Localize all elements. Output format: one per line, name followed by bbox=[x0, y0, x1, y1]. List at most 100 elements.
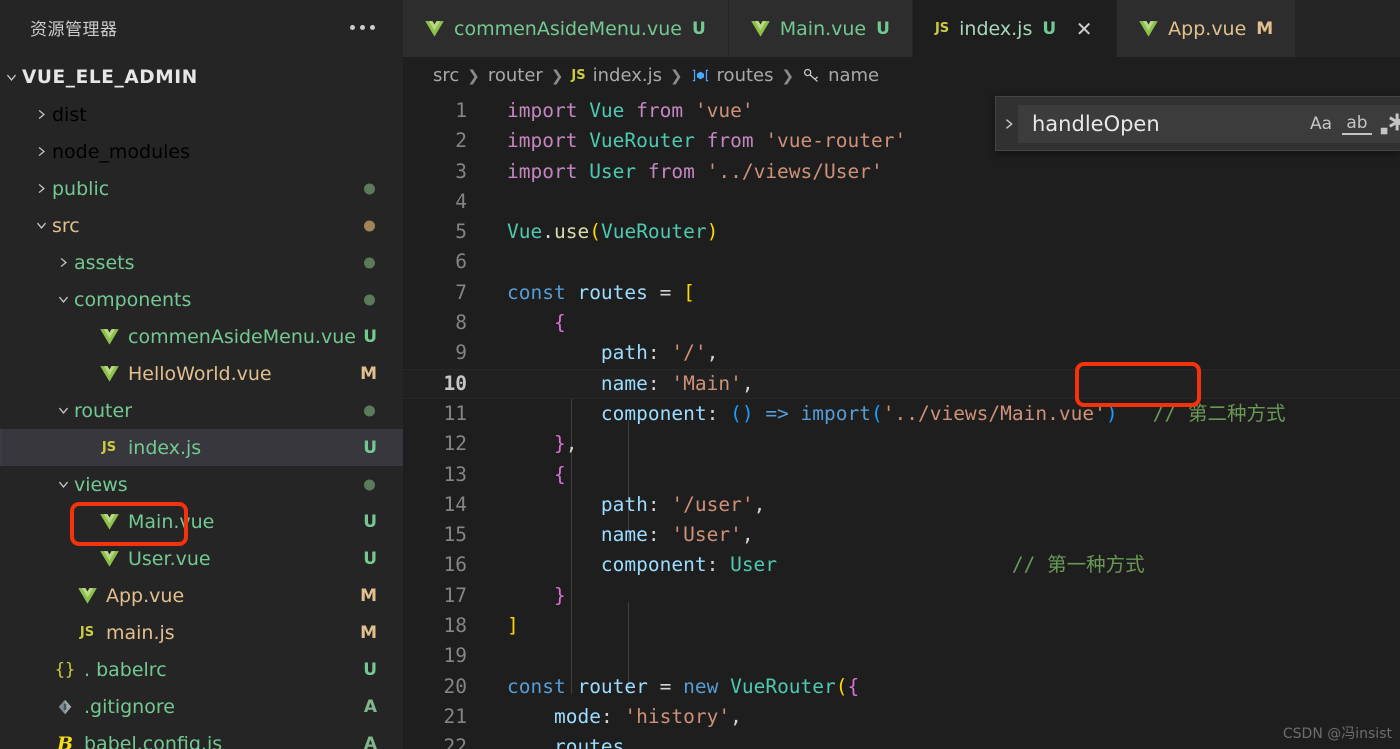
code-line[interactable]: 15 name: 'User', bbox=[403, 520, 1400, 550]
tab-index-js[interactable]: JS index.js U ✕ bbox=[912, 0, 1118, 57]
code-token: from bbox=[636, 159, 707, 183]
tree-item-views[interactable]: views bbox=[0, 466, 403, 503]
code-line[interactable]: 8 { bbox=[403, 308, 1400, 338]
code-token: : bbox=[706, 553, 731, 577]
line-number: 4 bbox=[455, 189, 467, 213]
code-line[interactable]: 11 component: () => import('../views/Mai… bbox=[403, 399, 1400, 429]
tree-item-src[interactable]: src bbox=[0, 207, 403, 244]
code-token: import bbox=[800, 401, 871, 425]
folder-change-dot bbox=[364, 479, 375, 490]
whole-word-icon[interactable]: ab bbox=[1342, 113, 1372, 135]
code-token: ) bbox=[741, 401, 754, 425]
line-number: 16 bbox=[443, 553, 467, 577]
chevron-down-icon bbox=[0, 67, 22, 89]
code-token: : bbox=[647, 371, 672, 395]
close-icon[interactable]: ✕ bbox=[1074, 19, 1094, 39]
tree-item-components[interactable]: components bbox=[0, 281, 403, 318]
code-line[interactable]: 19 bbox=[403, 641, 1400, 671]
breadcrumb-separator: ❯ bbox=[781, 66, 795, 85]
tree-item-label: router bbox=[74, 399, 133, 422]
find-input[interactable] bbox=[1032, 111, 1300, 136]
code-line[interactable]: 17 } bbox=[403, 581, 1400, 611]
code-line[interactable]: 6 bbox=[403, 247, 1400, 277]
line-number: 2 bbox=[455, 129, 467, 153]
find-input-wrapper[interactable]: Aa ab bbox=[1018, 104, 1400, 143]
code-line[interactable]: 7 const routes = [ bbox=[403, 278, 1400, 308]
vscode-window: 资源管理器 VUE_ELE_ADMIN dist node_modules publ… bbox=[0, 0, 1400, 749]
tab-commenasidemenu-vue[interactable]: commenAsideMenu.vue U bbox=[403, 0, 729, 57]
code-token: router bbox=[577, 674, 648, 698]
code-line[interactable]: 22 routes bbox=[403, 732, 1400, 749]
code-token: User bbox=[730, 553, 778, 577]
tree-item-public[interactable]: public bbox=[0, 170, 403, 207]
code-line-text: path: '/', bbox=[507, 338, 718, 368]
code-token: component bbox=[600, 553, 707, 577]
tree-item-index-js[interactable]: JS index.js U bbox=[0, 429, 403, 466]
breadcrumb-label: index.js bbox=[592, 65, 662, 86]
code-editor[interactable]: 1 import Vue from 'vue' 2 import VueRouter … bbox=[403, 94, 1400, 749]
breadcrumb-item-src[interactable]: src bbox=[433, 65, 459, 86]
tree-item-helloworld-vue[interactable]: HelloWorld.vue M bbox=[0, 355, 403, 392]
code-token: : bbox=[600, 704, 625, 728]
tree-item-babelrc[interactable]: {} . babelrc U bbox=[0, 651, 403, 688]
code-token: from bbox=[694, 129, 766, 153]
code-line[interactable]: 20 const router = new VueRouter({ bbox=[403, 672, 1400, 702]
tree-item-router[interactable]: router bbox=[0, 392, 403, 429]
breadcrumb-item-index-js[interactable]: JS index.js bbox=[571, 65, 662, 86]
breadcrumb-item-routes[interactable]: routes bbox=[691, 65, 773, 86]
tree-item-dist[interactable]: dist bbox=[0, 96, 403, 133]
vue-icon bbox=[750, 20, 770, 37]
tab-app-vue[interactable]: App.vue M bbox=[1117, 0, 1297, 57]
toggle-replace-chevron-icon[interactable] bbox=[1002, 97, 1016, 150]
git-status-badge: M bbox=[360, 363, 377, 384]
tree-item-label: User.vue bbox=[128, 547, 211, 570]
code-line[interactable]: 13 { bbox=[403, 460, 1400, 490]
line-number: 20 bbox=[443, 674, 467, 698]
tree-item-commenasidemenu-vue[interactable]: commenAsideMenu.vue U bbox=[0, 318, 403, 355]
js-file-icon: JS bbox=[101, 440, 117, 455]
line-number: 9 bbox=[455, 341, 467, 365]
code-line[interactable]: 4 bbox=[403, 187, 1400, 217]
tree-item-babel-config-js[interactable]: Bbabel.config.js A bbox=[0, 725, 403, 749]
code-line[interactable]: 12 }, bbox=[403, 429, 1400, 459]
use-regex-icon[interactable] bbox=[1378, 110, 1400, 138]
breadcrumb-item-router[interactable]: router bbox=[488, 65, 543, 86]
code-line-text: component: () => import('../views/Main.v… bbox=[507, 399, 1286, 429]
code-line[interactable]: 9 path: '/', bbox=[403, 338, 1400, 368]
breadcrumb-item-name[interactable]: name bbox=[802, 65, 879, 86]
code-token: : bbox=[647, 341, 672, 365]
file-tree: VUE_ELE_ADMIN dist node_modules public src a… bbox=[0, 55, 403, 749]
tree-item-gitignore[interactable]: .gitignore A bbox=[0, 688, 403, 725]
tree-item-main-vue[interactable]: Main.vue U bbox=[0, 503, 403, 540]
code-token: '/user' bbox=[671, 492, 754, 516]
code-line[interactable]: 5 Vue.use(VueRouter) bbox=[403, 217, 1400, 247]
tab-main-vue[interactable]: Main.vue U bbox=[728, 0, 913, 57]
code-line[interactable]: 18] bbox=[403, 611, 1400, 641]
git-status-badge: U bbox=[363, 511, 377, 532]
tree-item-node-modules[interactable]: node_modules bbox=[0, 133, 403, 170]
match-case-icon[interactable]: Aa bbox=[1306, 110, 1336, 138]
tree-root-vue-ele-admin[interactable]: VUE_ELE_ADMIN bbox=[0, 59, 403, 96]
code-token: } bbox=[553, 432, 566, 456]
code-line[interactable]: 10 name: 'Main', bbox=[403, 368, 1400, 399]
line-number: 22 bbox=[443, 735, 467, 749]
tree-item-app-vue[interactable]: App.vue M bbox=[0, 577, 403, 614]
tab-status-badge: U bbox=[691, 18, 706, 39]
explorer-more-actions-icon[interactable] bbox=[344, 19, 381, 36]
code-line[interactable]: 16 component: User // 第一种方式 bbox=[403, 550, 1400, 580]
code-line[interactable]: 21 mode: 'history', bbox=[403, 702, 1400, 732]
tree-item-user-vue[interactable]: User.vue U bbox=[0, 540, 403, 577]
line-number: 15 bbox=[443, 523, 467, 547]
tree-item-main-js[interactable]: JS main.js M bbox=[0, 614, 403, 651]
code-line-text: ] bbox=[507, 611, 519, 641]
chevron-right-icon bbox=[30, 178, 52, 200]
line-number: 21 bbox=[443, 704, 467, 728]
code-line[interactable]: 14 path: '/user', bbox=[403, 490, 1400, 520]
git-file-icon bbox=[52, 698, 78, 716]
code-line[interactable]: 3 import User from '../views/User' bbox=[403, 157, 1400, 187]
tree-item-assets[interactable]: assets bbox=[0, 244, 403, 281]
